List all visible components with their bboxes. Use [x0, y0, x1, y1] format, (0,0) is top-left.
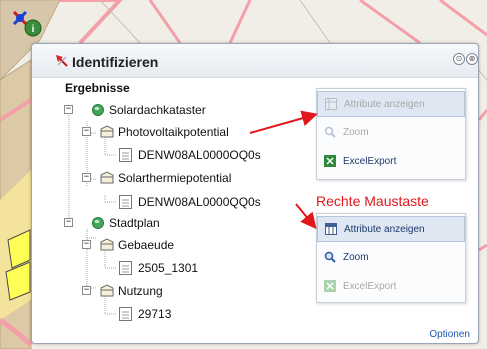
- tree-leaf-label: 2505_1301: [138, 261, 199, 275]
- menu-item-attribute-anzeigen[interactable]: Attribute anzeigen: [317, 216, 465, 242]
- tree-node-label: Solardachkataster: [109, 103, 206, 117]
- collapse-button[interactable]: ⊙: [453, 53, 465, 65]
- tree-leaf-feature[interactable]: 29713: [116, 306, 266, 322]
- menu-item-zoom[interactable]: Zoom: [317, 120, 465, 146]
- collapse-toggle[interactable]: −: [82, 127, 91, 136]
- close-button[interactable]: ⊗: [466, 53, 478, 65]
- results-label: Ergebnisse: [65, 81, 130, 95]
- collapse-toggle[interactable]: −: [82, 173, 91, 182]
- tree-leaf-label: DENW08AL0000OQ0s: [138, 148, 261, 162]
- tree-node-photovoltaikpotential[interactable]: − Photovoltaikpotential: [82, 124, 312, 140]
- menu-item-label: Attribute anzeigen: [344, 99, 425, 110]
- collapse-toggle[interactable]: −: [64, 218, 73, 227]
- menu-item-label: ExcelExport: [343, 281, 397, 292]
- context-menu-right-click: Attribute anzeigen Zoom ExcelExport: [316, 213, 466, 303]
- tree-leaf-feature[interactable]: DENW08AL0000QQ0s: [116, 194, 306, 210]
- feature-icon: [119, 307, 132, 321]
- tree-leaf-label: 29713: [138, 307, 172, 321]
- menu-item-label: ExcelExport: [343, 156, 397, 167]
- context-menu-default: Attribute anzeigen Zoom ExcelExport: [316, 88, 466, 180]
- feature-icon: [119, 195, 132, 209]
- tree-node-label: Photovoltaikpotential: [118, 125, 229, 139]
- menu-item-zoom[interactable]: Zoom: [317, 245, 465, 271]
- menu-item-label: Attribute anzeigen: [344, 224, 425, 235]
- table-icon: [325, 223, 337, 235]
- menu-item-excelexport[interactable]: ExcelExport: [317, 149, 465, 175]
- tree-node-label: Gebaeude: [118, 238, 175, 252]
- tree-node-nutzung[interactable]: − Nutzung: [82, 283, 282, 299]
- pin-icon: [56, 55, 68, 67]
- tree-leaf-feature[interactable]: DENW08AL0000OQ0s: [116, 147, 306, 163]
- globe-icon: [92, 104, 104, 116]
- zoom-icon: [324, 126, 336, 138]
- collapse-toggle[interactable]: −: [64, 105, 73, 114]
- tree-node-label: Solarthermiepotential: [118, 171, 232, 185]
- identify-marker-icon[interactable]: i: [8, 8, 44, 38]
- tree-leaf-label: DENW08AL0000QQ0s: [138, 195, 261, 209]
- panel-header: Identifizieren ⊙ ⊗: [32, 44, 478, 78]
- menu-item-excelexport[interactable]: ExcelExport: [317, 274, 465, 300]
- menu-item-attribute-anzeigen[interactable]: Attribute anzeigen: [317, 91, 465, 117]
- tree-node-label: Nutzung: [118, 284, 163, 298]
- globe-icon: [92, 217, 104, 229]
- tree-node-solardachkataster[interactable]: − Solardachkataster: [64, 102, 284, 118]
- layer-icon: [100, 284, 114, 297]
- table-icon: [325, 98, 337, 110]
- menu-item-label: Zoom: [343, 127, 369, 138]
- svg-text:i: i: [32, 24, 35, 35]
- layer-icon: [100, 238, 114, 251]
- tree-leaf-feature[interactable]: 2505_1301: [116, 260, 266, 276]
- tree-node-gebaeude[interactable]: − Gebaeude: [82, 237, 282, 253]
- excel-icon: [324, 280, 336, 292]
- feature-icon: [119, 261, 132, 275]
- menu-item-label: Zoom: [343, 252, 369, 263]
- tree-node-stadtplan[interactable]: − Stadtplan: [64, 215, 264, 231]
- layer-icon: [100, 125, 114, 138]
- zoom-icon: [324, 251, 336, 263]
- collapse-toggle[interactable]: −: [82, 286, 91, 295]
- feature-icon: [119, 148, 132, 162]
- layer-icon: [100, 171, 114, 184]
- options-link[interactable]: Optionen: [429, 329, 470, 340]
- annotation-label: Rechte Maustaste: [316, 193, 429, 209]
- collapse-toggle[interactable]: −: [82, 240, 91, 249]
- excel-icon: [324, 155, 336, 167]
- tree-node-label: Stadtplan: [109, 216, 160, 230]
- panel-title: Identifizieren: [72, 54, 159, 70]
- tree-node-solarthermiepotential[interactable]: − Solarthermiepotential: [82, 170, 312, 186]
